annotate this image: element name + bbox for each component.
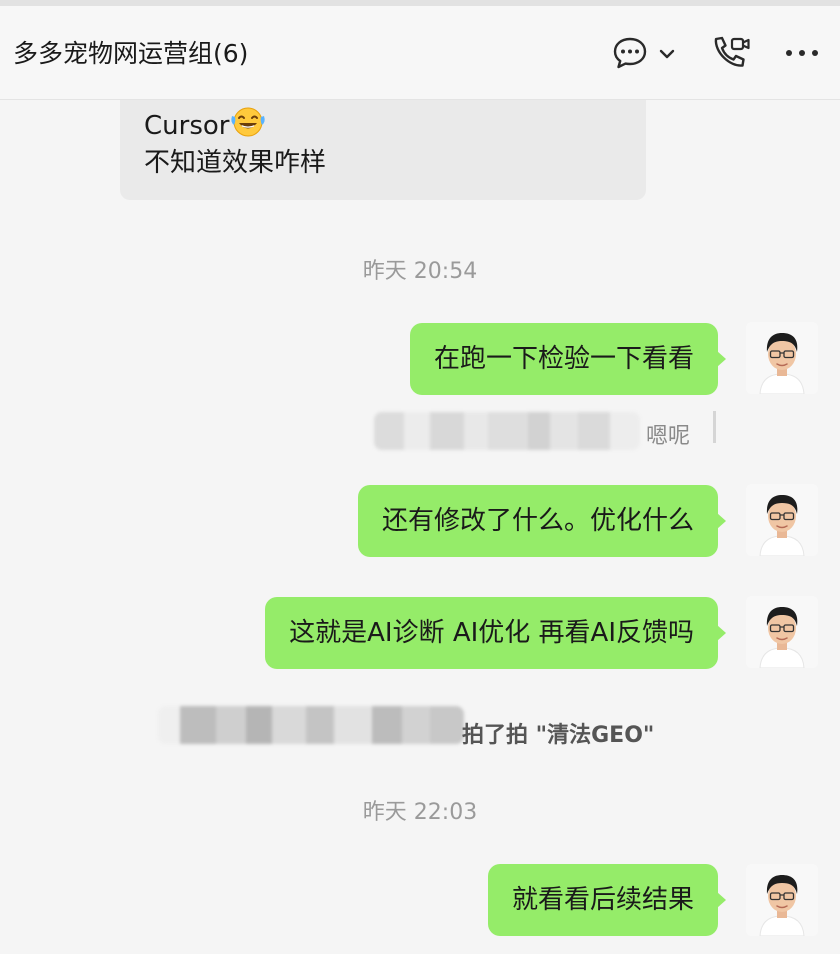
avatar-icon (746, 864, 818, 936)
pat-notice-text: 拍了拍 "清法GEO" (462, 723, 655, 748)
incoming-message-bubble[interactable]: Cursor 不知道效果咋样 (120, 100, 646, 200)
outgoing-message-bubble[interactable]: 在跑一下检验一下看看 (409, 323, 727, 395)
avatar-icon (746, 484, 818, 556)
avatar-icon (746, 596, 818, 668)
quote-divider (713, 411, 716, 443)
blurred-pat-sender (158, 706, 464, 744)
avatar[interactable] (746, 322, 818, 394)
outgoing-message-bubble[interactable]: 还有修改了什么。优化什么 (357, 485, 727, 557)
outgoing-message-bubble[interactable]: 就看看后续结果 (487, 864, 727, 936)
avatar[interactable] (746, 596, 818, 668)
chat-title: 多多宠物网运营组(6) (13, 39, 249, 68)
incoming-message-line-2: 不知道效果咋样 (144, 148, 327, 178)
chat-area[interactable]: Cursor 不知道效果咋样 昨天 20:54 在跑一下检验一下看看 嗯呢 还有… (0, 100, 840, 954)
blurred-quote-sender (374, 412, 640, 450)
call-icon[interactable] (710, 34, 752, 72)
timestamp: 昨天 22:03 (362, 800, 478, 825)
avatar[interactable] (746, 864, 818, 936)
quoted-message-text: 嗯呢 (646, 424, 691, 449)
avatar-icon (746, 322, 818, 394)
incoming-message-line-1: Cursor (144, 106, 622, 145)
incoming-message-text: Cursor (144, 111, 230, 141)
avatar[interactable] (746, 484, 818, 556)
timestamp: 昨天 20:54 (362, 259, 478, 284)
laughing-tears-emoji-icon (231, 107, 266, 137)
chat-header: 多多宠物网运营组(6) (0, 6, 840, 100)
more-icon[interactable] (784, 48, 820, 58)
chat-bubble-icon[interactable] (612, 36, 648, 70)
chevron-down-icon[interactable] (659, 48, 675, 60)
outgoing-message-bubble[interactable]: 这就是AI诊断 AI优化 再看AI反馈吗 (265, 597, 726, 669)
